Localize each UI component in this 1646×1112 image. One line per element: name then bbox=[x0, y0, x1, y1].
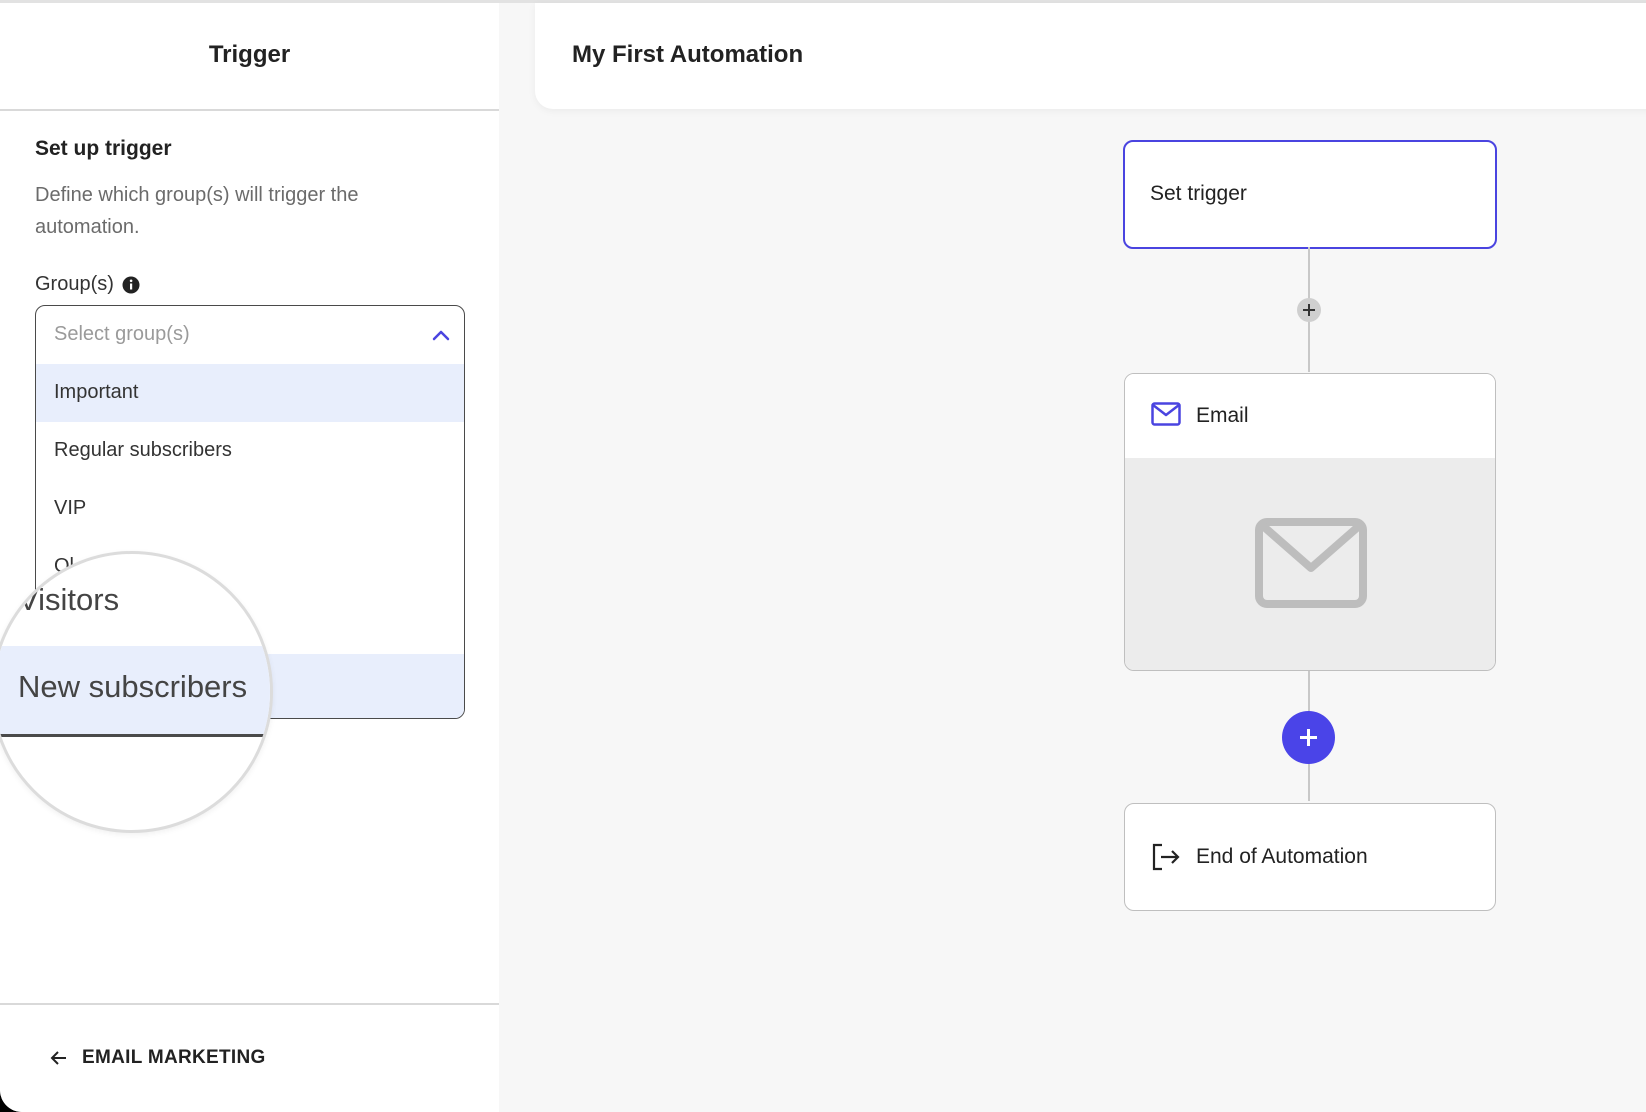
groups-label-text: Group(s) bbox=[35, 273, 114, 295]
section-description: Define which group(s) will trigger the a… bbox=[35, 184, 359, 238]
email-preview[interactable] bbox=[1125, 458, 1495, 670]
option-label: Regular subscribers bbox=[54, 439, 232, 461]
exit-icon bbox=[1152, 843, 1180, 871]
add-step-button[interactable] bbox=[1282, 711, 1335, 764]
email-node-label: Email bbox=[1196, 404, 1249, 427]
section-title: Set up trigger bbox=[35, 137, 172, 160]
email-preview-icon bbox=[1255, 518, 1367, 608]
sidebar-title: Trigger bbox=[208, 41, 291, 68]
option-label: Important bbox=[54, 381, 139, 403]
add-step-button-small[interactable] bbox=[1297, 298, 1321, 322]
option-important[interactable]: Important bbox=[36, 364, 464, 422]
set-trigger-node[interactable]: Set trigger bbox=[1123, 140, 1497, 249]
groups-label: Group(s) bbox=[35, 273, 140, 296]
option-vip[interactable]: VIP bbox=[36, 480, 464, 538]
back-link-label: EMAIL MARKETING bbox=[82, 1047, 266, 1068]
automation-title[interactable]: My First Automation bbox=[572, 41, 803, 69]
select-placeholder: Select group(s) bbox=[54, 323, 190, 345]
automation-header: My First Automation bbox=[535, 3, 1646, 109]
magnified-dropdown-border bbox=[0, 734, 270, 737]
option-label: VIP bbox=[54, 497, 87, 519]
end-node-label: End of Automation bbox=[1196, 845, 1368, 868]
back-to-email-marketing-link[interactable]: EMAIL MARKETING bbox=[48, 1047, 266, 1069]
set-trigger-label: Set trigger bbox=[1150, 182, 1247, 205]
magnifier-lens: Visitors New subscribers bbox=[0, 551, 273, 833]
arrow-left-icon bbox=[50, 1051, 66, 1065]
mail-icon bbox=[1151, 402, 1181, 426]
trigger-sidebar: Trigger Set up trigger Define which grou… bbox=[0, 3, 499, 1112]
option-regular-subscribers[interactable]: Regular subscribers bbox=[36, 422, 464, 480]
magnified-option-new-subscribers[interactable]: New subscribers bbox=[18, 669, 247, 705]
sidebar-header: Trigger bbox=[0, 3, 499, 111]
end-of-automation-node[interactable]: End of Automation bbox=[1124, 803, 1496, 911]
info-icon[interactable] bbox=[122, 276, 140, 294]
magnified-option-visitors: Visitors bbox=[18, 582, 120, 617]
chevron-up-icon[interactable] bbox=[430, 324, 452, 346]
group-select-input[interactable]: Select group(s) bbox=[36, 306, 464, 364]
email-node-header: Email bbox=[1125, 374, 1495, 458]
app-window: Trigger Set up trigger Define which grou… bbox=[0, 0, 1646, 1112]
email-node[interactable]: Email bbox=[1124, 373, 1496, 671]
footer-divider bbox=[0, 1003, 499, 1005]
